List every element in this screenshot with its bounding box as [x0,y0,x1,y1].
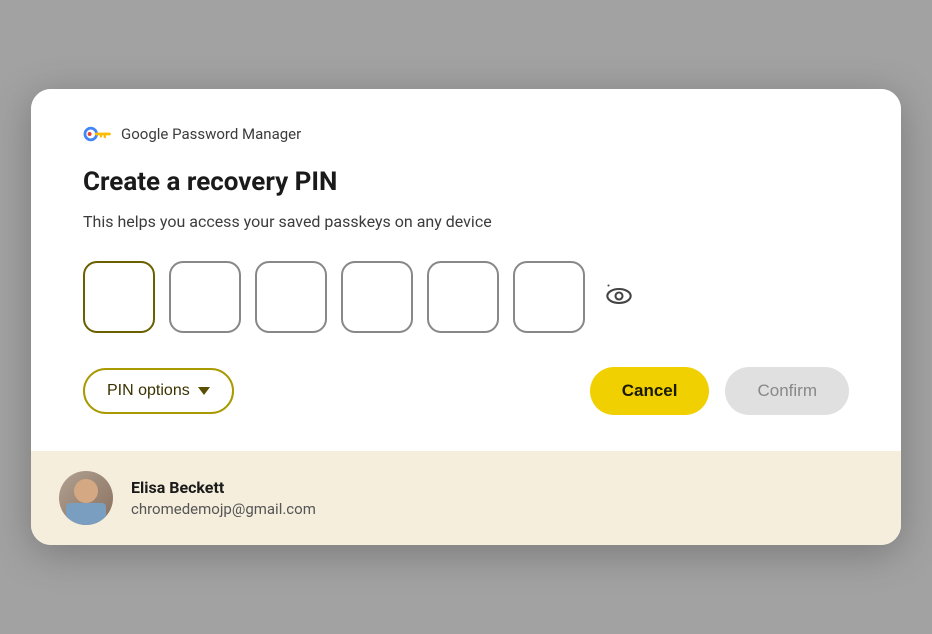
pin-field-2[interactable] [169,261,241,333]
app-name-label: Google Password Manager [121,125,301,143]
pin-field-3[interactable] [255,261,327,333]
user-info: Elisa Beckett chromedemojp@gmail.com [131,478,316,518]
cancel-button[interactable]: Cancel [590,367,710,415]
user-email: chromedemojp@gmail.com [131,500,316,518]
pin-options-label: PIN options [107,382,190,400]
pin-options-button[interactable]: PIN options [83,368,234,414]
action-buttons: Cancel Confirm [590,367,849,415]
pin-field-1[interactable] [83,261,155,333]
avatar-figure [59,471,113,525]
user-footer: Elisa Beckett chromedemojp@gmail.com [31,451,901,545]
modal-body: Google Password Manager Create a recover… [31,89,901,451]
pin-field-5[interactable] [427,261,499,333]
pin-input-row [83,261,849,333]
eye-icon [605,282,633,313]
avatar-head [74,479,98,503]
app-header: Google Password Manager [83,125,849,143]
modal-dialog: Google Password Manager Create a recover… [31,89,901,545]
avatar-shirt [66,503,106,525]
pin-field-4[interactable] [341,261,413,333]
button-row: PIN options Cancel Confirm [83,367,849,415]
pin-field-6[interactable] [513,261,585,333]
modal-title: Create a recovery PIN [83,167,849,198]
chevron-down-icon [198,387,210,395]
user-avatar [59,471,113,525]
confirm-button[interactable]: Confirm [725,367,849,415]
toggle-visibility-button[interactable] [599,276,639,319]
user-name: Elisa Beckett [131,478,316,497]
google-key-icon [83,125,111,143]
modal-subtitle: This helps you access your saved passkey… [83,212,849,231]
